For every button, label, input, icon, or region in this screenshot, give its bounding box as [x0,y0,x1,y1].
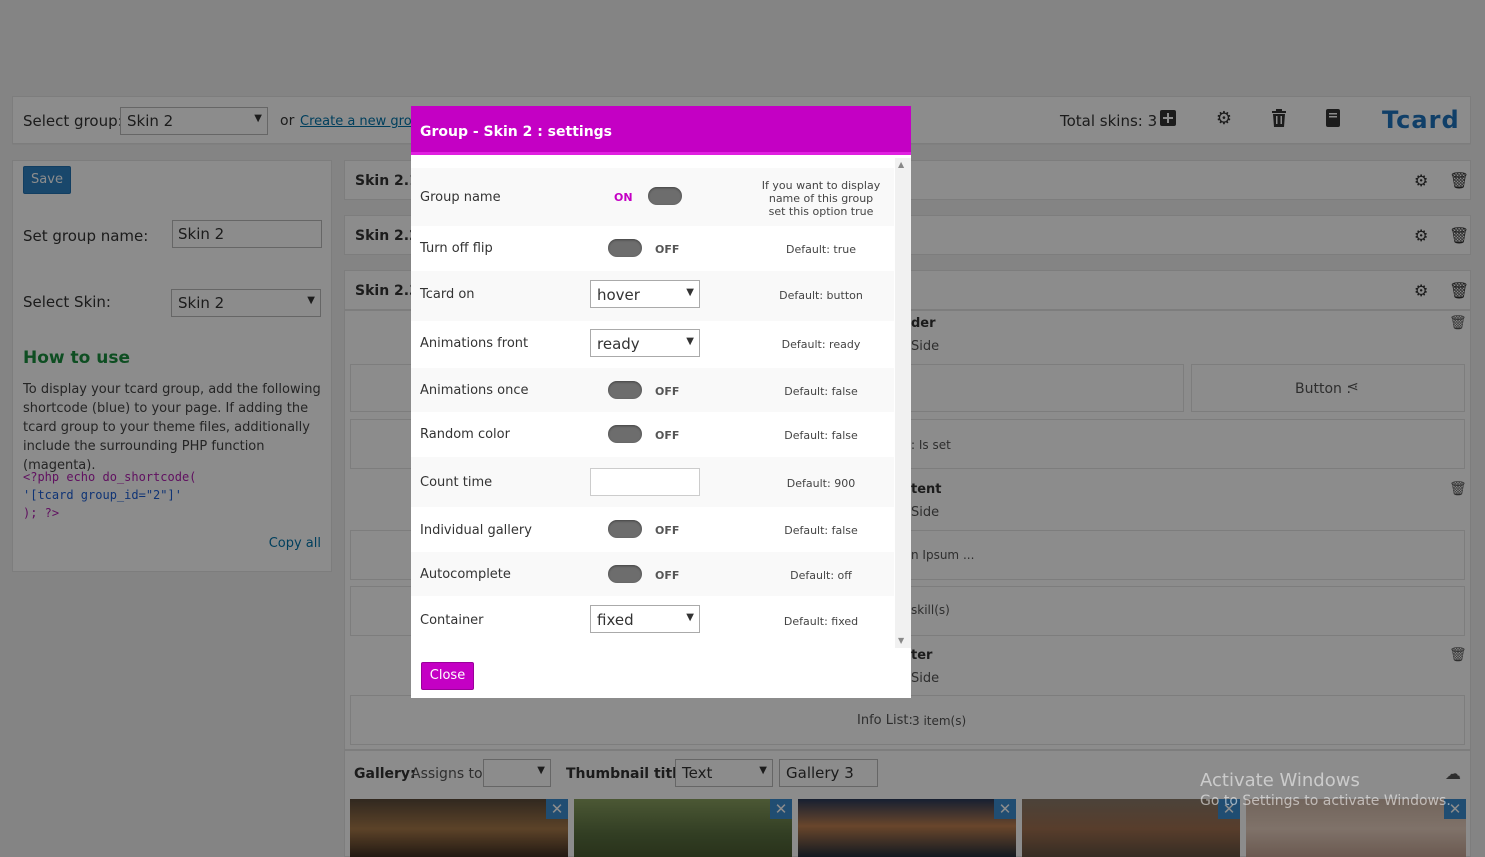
toggle-state: ON [614,191,633,204]
toggle-state: OFF [655,243,680,256]
chevron-down-icon: ▼ [686,336,694,347]
setting-row-individual-gallery: Individual gallery OFF Default: false [411,507,894,552]
modal-scrollbar[interactable]: ▲ ▼ [895,158,911,648]
setting-default: Default: false [784,524,858,537]
modal-title: Group - Skin 2 : settings [411,106,911,155]
animations-front-select[interactable]: ready ▼ [590,329,700,357]
watermark-title: Activate Windows [1200,770,1360,791]
tcard-on-value: hover [597,286,640,304]
turn-off-flip-toggle[interactable] [608,239,642,257]
setting-row-count-time: Count time Default: 900 [411,457,894,507]
setting-default: Default: ready [781,338,861,351]
setting-default: If you want to display name of this grou… [761,179,881,218]
setting-row-autocomplete: Autocomplete OFF Default: off [411,552,894,596]
setting-row-tcard-on: Tcard on hover ▼ Default: button [411,271,894,321]
setting-row-animations-once: Animations once OFF Default: false [411,368,894,412]
animations-once-toggle[interactable] [608,381,642,399]
setting-label: Individual gallery [420,523,532,538]
setting-label: Container [420,613,484,628]
setting-default: Default: fixed [783,615,859,628]
chevron-down-icon: ▼ [686,612,694,623]
setting-label: Group name [420,190,501,205]
page: Select group: Skin 2 ▼ or Create a new g… [0,0,1485,857]
setting-row-animations-front: Animations front ready ▼ Default: ready [411,321,894,368]
setting-row-container: Container fixed ▼ Default: fixed [411,596,894,646]
windows-activation-watermark: Activate Windows Go to Settings to activ… [1200,770,1451,809]
random-color-toggle[interactable] [608,425,642,443]
setting-row-turn-off-flip: Turn off flip OFF Default: true [411,226,894,271]
individual-gallery-toggle[interactable] [608,520,642,538]
toggle-state: OFF [655,569,680,582]
container-select[interactable]: fixed ▼ [590,605,700,633]
setting-default: Default: button [779,289,863,302]
setting-label: Turn off flip [420,241,493,256]
setting-default: Default: true [786,243,856,256]
toggle-state: OFF [655,429,680,442]
close-button[interactable]: Close [421,662,474,690]
autocomplete-toggle[interactable] [608,565,642,583]
setting-default: Default: false [784,429,858,442]
setting-row-random-color: Random color OFF Default: false [411,412,894,457]
setting-row-group-name: Group name ON If you want to display nam… [411,168,894,226]
tcard-on-select[interactable]: hover ▼ [590,280,700,308]
setting-label: Random color [420,427,510,442]
watermark-subtitle: Go to Settings to activate Windows. [1200,793,1451,809]
group-name-toggle[interactable] [648,187,682,205]
toggle-state: OFF [655,385,680,398]
scroll-up-icon[interactable]: ▲ [898,160,904,169]
modal-body: Group name ON If you want to display nam… [411,158,911,648]
animations-front-value: ready [597,335,640,353]
setting-label: Animations front [420,336,529,351]
scroll-down-icon[interactable]: ▼ [898,636,904,645]
chevron-down-icon: ▼ [686,287,694,298]
setting-label: Autocomplete [420,567,511,582]
count-time-input[interactable] [590,468,700,496]
setting-default: Default: off [790,569,852,582]
toggle-state: OFF [655,524,680,537]
setting-label: Animations once [420,383,529,398]
setting-default: Default: 900 [786,477,856,490]
setting-default: Default: false [784,385,858,398]
setting-label: Count time [420,475,493,490]
container-value: fixed [597,611,634,629]
modal-footer: Close [411,648,911,698]
setting-label: Tcard on [420,287,475,302]
group-settings-modal: Group - Skin 2 : settings Group name ON … [411,106,911,698]
